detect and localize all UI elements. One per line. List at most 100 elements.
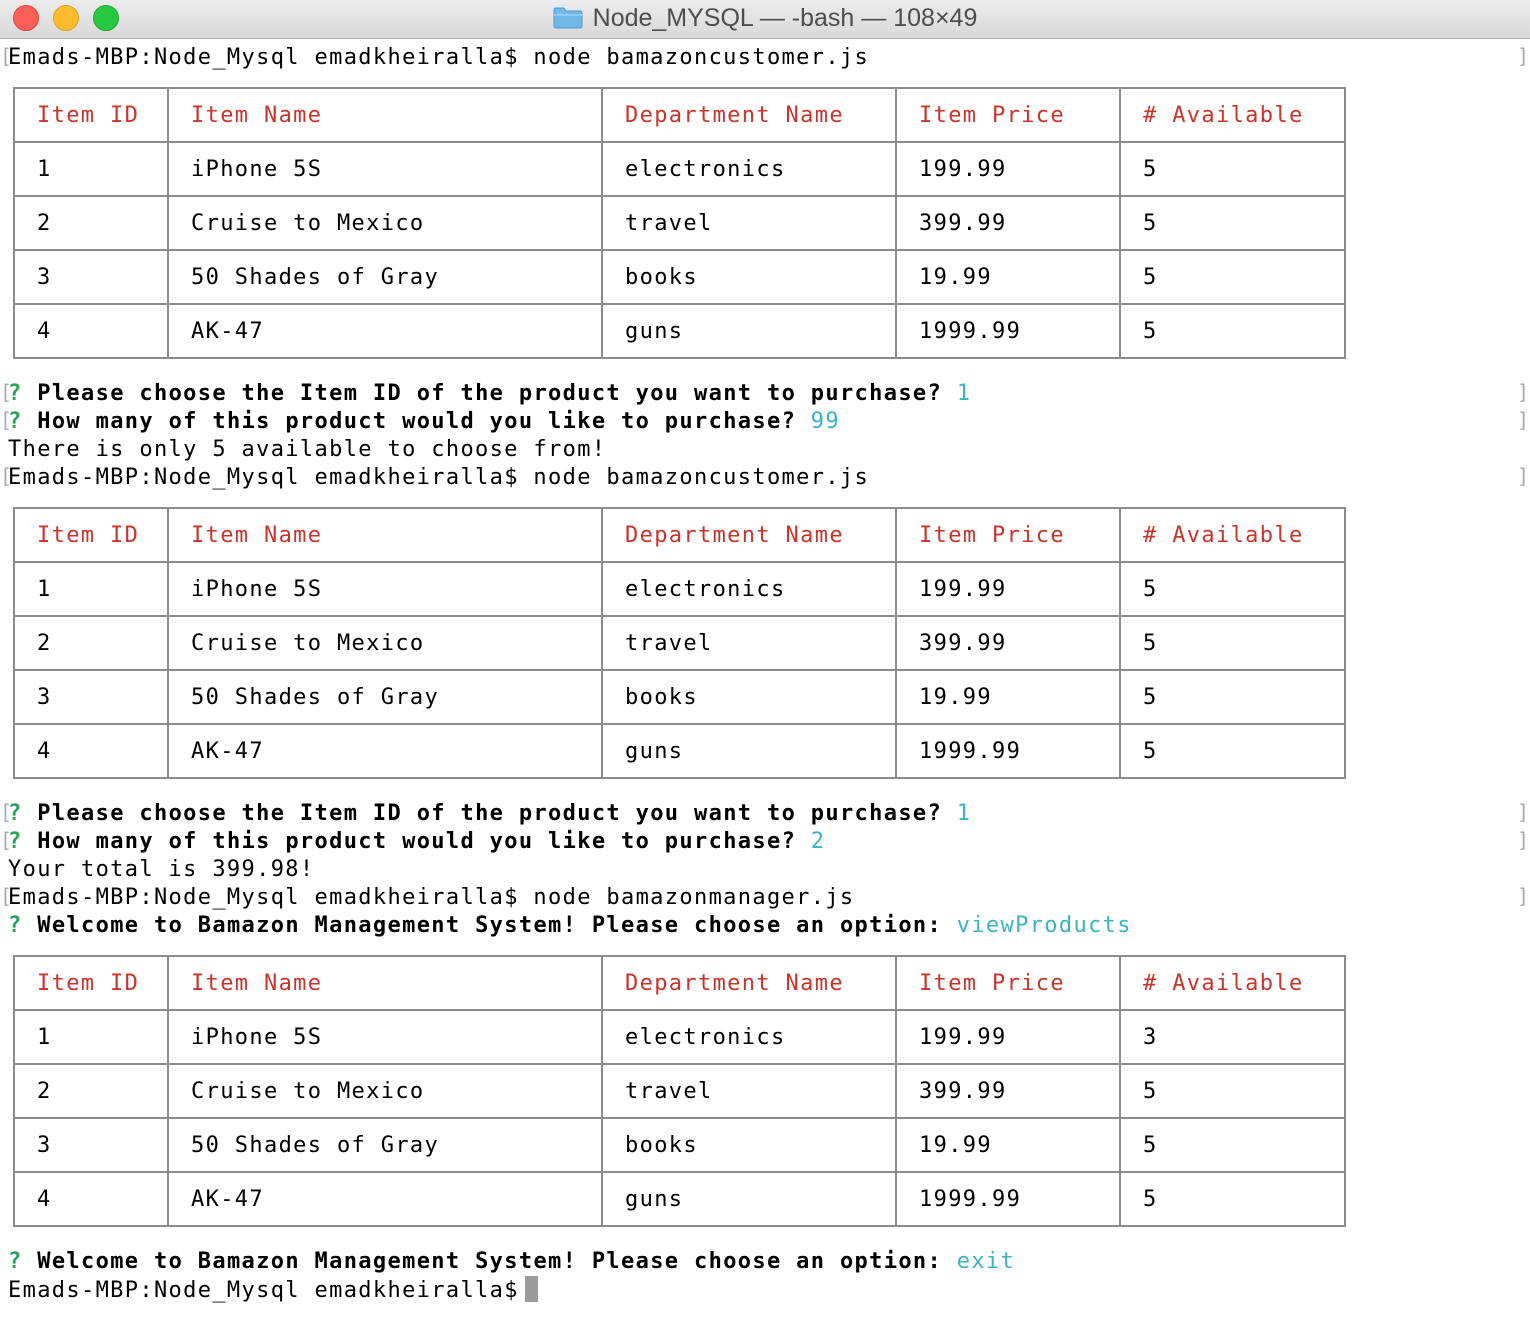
table-header-row: Item ID Item Name Department Name Item P… [13, 87, 1346, 143]
prompt-text: Please choose the Item ID of the product… [37, 381, 943, 406]
cell: 19.99 [895, 669, 1121, 725]
cell: 4 [13, 1171, 169, 1227]
cell: 199.99 [895, 561, 1121, 617]
cell: 19.99 [895, 1117, 1121, 1173]
cell: 5 [1119, 723, 1346, 779]
header-department-name: Department Name [601, 87, 897, 143]
table-row: 3 50 Shades of Gray books 19.99 5 [13, 669, 1346, 725]
table-row: 1 iPhone 5S electronics 199.99 3 [13, 1009, 1346, 1065]
cell: 1 [13, 561, 169, 617]
prompt-text: How many of this product would you like … [37, 409, 797, 434]
prompt-line: ? Welcome to Bamazon Management System! … [8, 1248, 1015, 1276]
question-mark: ? [8, 1249, 23, 1274]
cell: 399.99 [895, 195, 1121, 251]
prompt-line: ? How many of this product would you lik… [8, 408, 840, 436]
table-row: 3 50 Shades of Gray books 19.99 5 [13, 1117, 1346, 1173]
cell: 5 [1119, 1117, 1346, 1173]
cell: 19.99 [895, 249, 1121, 305]
cell: 5 [1119, 141, 1346, 197]
cell: iPhone 5S [167, 561, 603, 617]
cell: 2 [13, 1063, 169, 1119]
cell: 3 [1119, 1009, 1346, 1065]
mark-bracket: [ [0, 380, 13, 404]
prompt-answer: exit [956, 1249, 1016, 1274]
cell: 5 [1119, 1171, 1346, 1227]
header-department-name: Department Name [601, 507, 897, 563]
title-bar[interactable]: Node_MYSQL — -bash — 108×49 [0, 0, 1530, 39]
prompt-line: ? Please choose the Item ID of the produ… [8, 380, 971, 408]
header-item-price: Item Price [895, 955, 1121, 1011]
mark-bracket: [ [0, 800, 13, 824]
terminal-output[interactable]: Emads-MBP:Node_Mysql emadkheiralla$ node… [0, 39, 1530, 1344]
cell: AK-47 [167, 723, 603, 779]
header-item-id: Item ID [13, 507, 169, 563]
prompt-text: Welcome to Bamazon Management System! Pl… [37, 1249, 943, 1274]
header-department-name: Department Name [601, 955, 897, 1011]
cell: 1999.99 [895, 1171, 1121, 1227]
cell: books [601, 669, 897, 725]
mark-bracket: ] [1517, 800, 1530, 824]
cell: electronics [601, 1009, 897, 1065]
cell: 1 [13, 141, 169, 197]
mark-bracket: [ [0, 884, 13, 908]
cell: 1999.99 [895, 303, 1121, 359]
table-row: 2 Cruise to Mexico travel 399.99 5 [13, 615, 1346, 671]
prompt-line: ? How many of this product would you lik… [8, 828, 825, 856]
window-title-group: Node_MYSQL — -bash — 108×49 [0, 0, 1530, 36]
cell: 2 [13, 615, 169, 671]
cell: 50 Shades of Gray [167, 669, 603, 725]
table-row: 2 Cruise to Mexico travel 399.99 5 [13, 195, 1346, 251]
window-title: Node_MYSQL — -bash — 108×49 [592, 3, 978, 32]
header-item-name: Item Name [167, 87, 603, 143]
folder-icon [553, 7, 583, 29]
mark-bracket: ] [1517, 464, 1530, 488]
table-row: 4 AK-47 guns 1999.99 5 [13, 723, 1346, 779]
prompt-answer: 2 [810, 829, 826, 854]
mark-bracket: [ [0, 44, 13, 68]
table-row: 1 iPhone 5S electronics 199.99 5 [13, 561, 1346, 617]
header-available: # Available [1119, 87, 1346, 143]
mark-bracket: ] [1517, 408, 1530, 432]
output-message: Your total is 399.98! [8, 857, 315, 882]
cell: iPhone 5S [167, 141, 603, 197]
header-item-price: Item Price [895, 87, 1121, 143]
mark-bracket: ] [1517, 828, 1530, 852]
cell: 50 Shades of Gray [167, 1117, 603, 1173]
cell: 4 [13, 723, 169, 779]
cell: electronics [601, 561, 897, 617]
prompt-text: Please choose the Item ID of the product… [37, 801, 943, 826]
cell: Cruise to Mexico [167, 615, 603, 671]
products-table-1: Item ID Item Name Department Name Item P… [13, 87, 1346, 359]
prompt-text: Welcome to Bamazon Management System! Pl… [37, 913, 943, 938]
table-row: 3 50 Shades of Gray books 19.99 5 [13, 249, 1346, 305]
shell-prompt-line[interactable]: Emads-MBP:Node_Mysql emadkheiralla$ [8, 1276, 538, 1304]
cell: guns [601, 723, 897, 779]
cell: 5 [1119, 195, 1346, 251]
products-table-2: Item ID Item Name Department Name Item P… [13, 507, 1346, 779]
mark-bracket: ] [1517, 884, 1530, 908]
mark-bracket: [ [0, 464, 13, 488]
cell: 199.99 [895, 141, 1121, 197]
prompt-line: ? Welcome to Bamazon Management System! … [8, 912, 1132, 940]
prompt-answer: 1 [956, 801, 972, 826]
shell-command-line: Emads-MBP:Node_Mysql emadkheiralla$ node… [8, 885, 855, 910]
cell: 3 [13, 669, 169, 725]
cell: iPhone 5S [167, 1009, 603, 1065]
question-mark: ? [8, 913, 23, 938]
cell: 5 [1119, 249, 1346, 305]
header-item-name: Item Name [167, 507, 603, 563]
table-header-row: Item ID Item Name Department Name Item P… [13, 507, 1346, 563]
cell: electronics [601, 141, 897, 197]
prompt-answer: viewProducts [956, 913, 1132, 938]
header-available: # Available [1119, 955, 1346, 1011]
header-available: # Available [1119, 507, 1346, 563]
prompt-answer: 1 [956, 381, 972, 406]
cell: 5 [1119, 1063, 1346, 1119]
prompt-line: ? Please choose the Item ID of the produ… [8, 800, 971, 828]
cell: Cruise to Mexico [167, 195, 603, 251]
cell: 5 [1119, 561, 1346, 617]
mark-bracket: ] [1517, 380, 1530, 404]
header-item-name: Item Name [167, 955, 603, 1011]
cell: 2 [13, 195, 169, 251]
cell: 199.99 [895, 1009, 1121, 1065]
